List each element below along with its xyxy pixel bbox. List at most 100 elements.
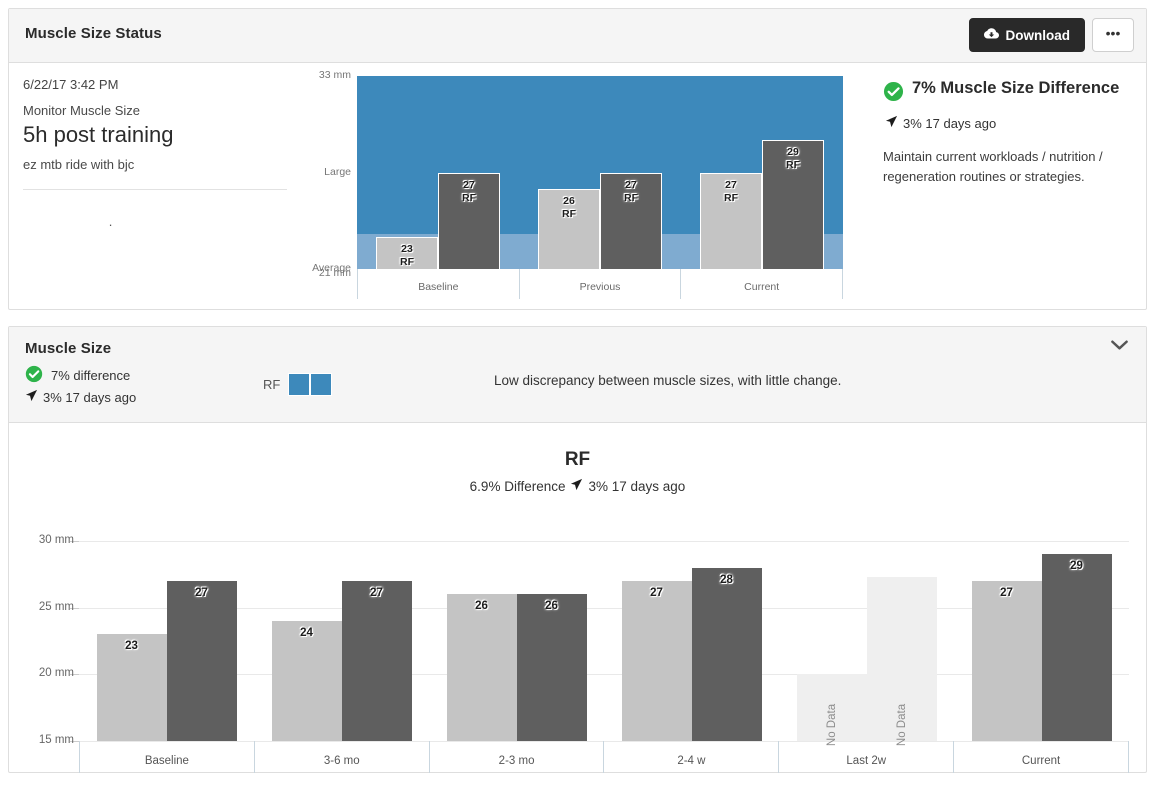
- discrepancy-text: Low discrepancy between muscle sizes, wi…: [494, 373, 842, 388]
- status-chart-y-tick: Large: [324, 165, 351, 178]
- rf-chart-bar[interactable]: 26: [516, 594, 587, 741]
- session-info: 6/22/17 3:42 PM Monitor Muscle Size 5h p…: [9, 63, 295, 310]
- rf-chart-x-tick: 2-4 w: [603, 741, 778, 773]
- status-chart-bar[interactable]: 26 RF: [538, 188, 600, 269]
- status-chart-bar-label: 27 RF: [462, 178, 476, 204]
- status-chart-bar-label: 26 RF: [562, 194, 576, 220]
- muscle-size-status-card: Muscle Size Status Download ••• 6/22/17 …: [8, 8, 1147, 310]
- status-chart-y-axis: 33 mm Large Average 21 mm: [295, 63, 355, 310]
- status-chart-bar-label: 23 RF: [400, 242, 414, 268]
- status-chart-bar[interactable]: 27 RF: [700, 172, 762, 269]
- page-root: Muscle Size Status Download ••• 6/22/17 …: [0, 0, 1155, 789]
- rf-chart-x-axis: Baseline 3-6 mo 2-3 mo 2-4 w Last 2w Current: [79, 741, 1129, 773]
- session-note: ez mtb ride with bjc: [23, 157, 135, 172]
- status-card-header: Muscle Size Status Download •••: [9, 9, 1146, 63]
- trend-text: 3% 17 days ago: [43, 389, 137, 405]
- session-timestamp: 6/22/17 3:42 PM: [23, 77, 119, 92]
- status-chart-bar[interactable]: 27 RF: [438, 172, 500, 269]
- rf-chart-plot: 30 mm 25 mm 20 mm 15 mm 23 27 24 27 26 26 27 28 No …: [39, 534, 1129, 746]
- muscle-size-title: Muscle Size: [25, 340, 112, 357]
- rf-chart-bar-label: 27: [195, 587, 208, 599]
- status-chart: 33 mm Large Average 21 mm 23 RF 27 RF 26 RF 27 RF 2…: [295, 63, 865, 310]
- status-chart-y-tick: 33 mm: [318, 69, 351, 81]
- status-chart-bar[interactable]: 27 RF: [600, 172, 662, 269]
- status-chart-group: 27 RF 29 RF: [681, 76, 843, 269]
- rf-chart-bar-no-data: No Data: [866, 577, 937, 746]
- ellipsis-icon: •••: [1105, 24, 1121, 41]
- status-summary-trend: 3% 17 days ago: [885, 115, 1123, 131]
- status-summary-title: 7% Muscle Size Difference: [912, 79, 1120, 97]
- check-circle-icon: [25, 365, 43, 386]
- navigation-arrow-icon: [885, 115, 898, 131]
- status-chart-bar-label: 27 RF: [724, 178, 738, 204]
- rf-chart-bar[interactable]: 27: [166, 581, 237, 741]
- rf-chart-x-tick: 3-6 mo: [253, 741, 429, 773]
- rf-chart-x-tick: 2-3 mo: [428, 741, 604, 773]
- rf-chart-y-tick: 20 mm: [38, 667, 74, 680]
- rf-chart-bar-label: 26: [545, 600, 558, 613]
- status-chart-plot: 23 RF 27 RF 26 RF 27 RF 27 RF 29 RF: [357, 76, 843, 269]
- page-title: Muscle Size Status: [25, 25, 162, 42]
- chevron-down-icon[interactable]: [1111, 338, 1128, 356]
- status-card-body: 6/22/17 3:42 PM Monitor Muscle Size 5h p…: [9, 63, 1146, 310]
- status-chart-x-tick: Baseline: [357, 269, 519, 299]
- rf-chart-bar-label: 23: [125, 640, 138, 653]
- rf-chart-x-tick: Baseline: [79, 741, 254, 773]
- rf-chart-bar-label: 26: [475, 600, 488, 613]
- legend-swatch[interactable]: [288, 373, 311, 396]
- status-chart-group: 23 RF 27 RF: [357, 76, 519, 269]
- rf-chart-group: 27 28: [604, 475, 779, 741]
- status-chart-bar[interactable]: 29 RF: [762, 140, 824, 269]
- rf-chart-bar[interactable]: 27: [341, 581, 412, 741]
- session-subtitle: Monitor Muscle Size: [23, 103, 141, 118]
- session-dot: .: [108, 214, 113, 229]
- status-chart-bars: 23 RF 27 RF 26 RF 27 RF 27 RF 29 RF: [357, 76, 843, 269]
- status-chart-bar-label: 27 RF: [624, 178, 638, 204]
- muscle-size-card: Muscle Size 7% difference 3% 17 days ago…: [8, 326, 1147, 773]
- status-chart-y-tick-min: 21 mm: [318, 267, 351, 279]
- legend-swatch[interactable]: [310, 373, 333, 396]
- header-actions: Download •••: [968, 18, 1134, 52]
- rf-chart-bar[interactable]: 28: [691, 567, 762, 741]
- status-chart-x-tick: Previous: [518, 269, 681, 299]
- rf-chart-x-tick: Last 2w: [778, 741, 953, 773]
- legend: RF: [263, 373, 333, 396]
- rf-chart-no-data-label: No Data: [825, 703, 838, 747]
- divider: [23, 189, 287, 190]
- status-chart-group: 26 RF 27 RF: [519, 76, 681, 269]
- rf-chart-group: 27 29: [954, 475, 1129, 741]
- rf-chart-bar-label: 27: [370, 587, 383, 599]
- rf-chart-bar[interactable]: 29: [1041, 554, 1112, 741]
- muscle-size-card-header: Muscle Size 7% difference 3% 17 days ago…: [9, 327, 1146, 423]
- rf-chart: RF 6.9% Difference 3% 17 days ago 30 mm 2…: [9, 423, 1146, 773]
- rf-chart-group: 24 27: [254, 475, 429, 741]
- rf-chart-bar-label: 29: [1070, 560, 1083, 573]
- rf-chart-bar[interactable]: 27: [971, 581, 1042, 741]
- download-label: Download: [1005, 27, 1071, 43]
- rf-chart-x-tick: Current: [953, 741, 1129, 773]
- difference-text: 7% difference: [51, 368, 131, 383]
- rf-chart-bar[interactable]: 23: [96, 634, 167, 741]
- rf-chart-bar-label: 24: [300, 627, 313, 639]
- rf-chart-bar[interactable]: 24: [271, 621, 342, 741]
- status-chart-x-tick: Current: [680, 269, 844, 299]
- rf-chart-bars: 23 27 24 27 26 26 27 28 No Data No Data 27 29: [79, 475, 1129, 746]
- rf-chart-group: 23 27: [79, 475, 254, 741]
- download-button[interactable]: Download: [968, 18, 1085, 52]
- status-chart-x-axis: Baseline Previous Current: [357, 269, 844, 299]
- status-chart-bar[interactable]: 23 RF: [376, 236, 438, 269]
- legend-label: RF: [263, 377, 281, 392]
- rf-chart-y-tick: 25 mm: [38, 600, 74, 613]
- more-options-button[interactable]: •••: [1092, 18, 1134, 52]
- rf-chart-group: 26 26: [429, 475, 604, 741]
- cloud-download-icon: [983, 27, 999, 43]
- navigation-arrow-icon: [25, 389, 38, 405]
- rf-chart-bar-no-data: No Data: [796, 674, 867, 746]
- rf-chart-bar[interactable]: 27: [621, 581, 692, 741]
- trend-row: 3% 17 days ago: [25, 389, 1130, 405]
- legend-swatches[interactable]: [288, 373, 333, 396]
- status-chart-bar-label: 29 RF: [786, 146, 800, 172]
- rf-chart-bar[interactable]: 26: [446, 594, 517, 741]
- check-circle-icon: [883, 81, 904, 107]
- rf-chart-title: RF: [564, 449, 591, 470]
